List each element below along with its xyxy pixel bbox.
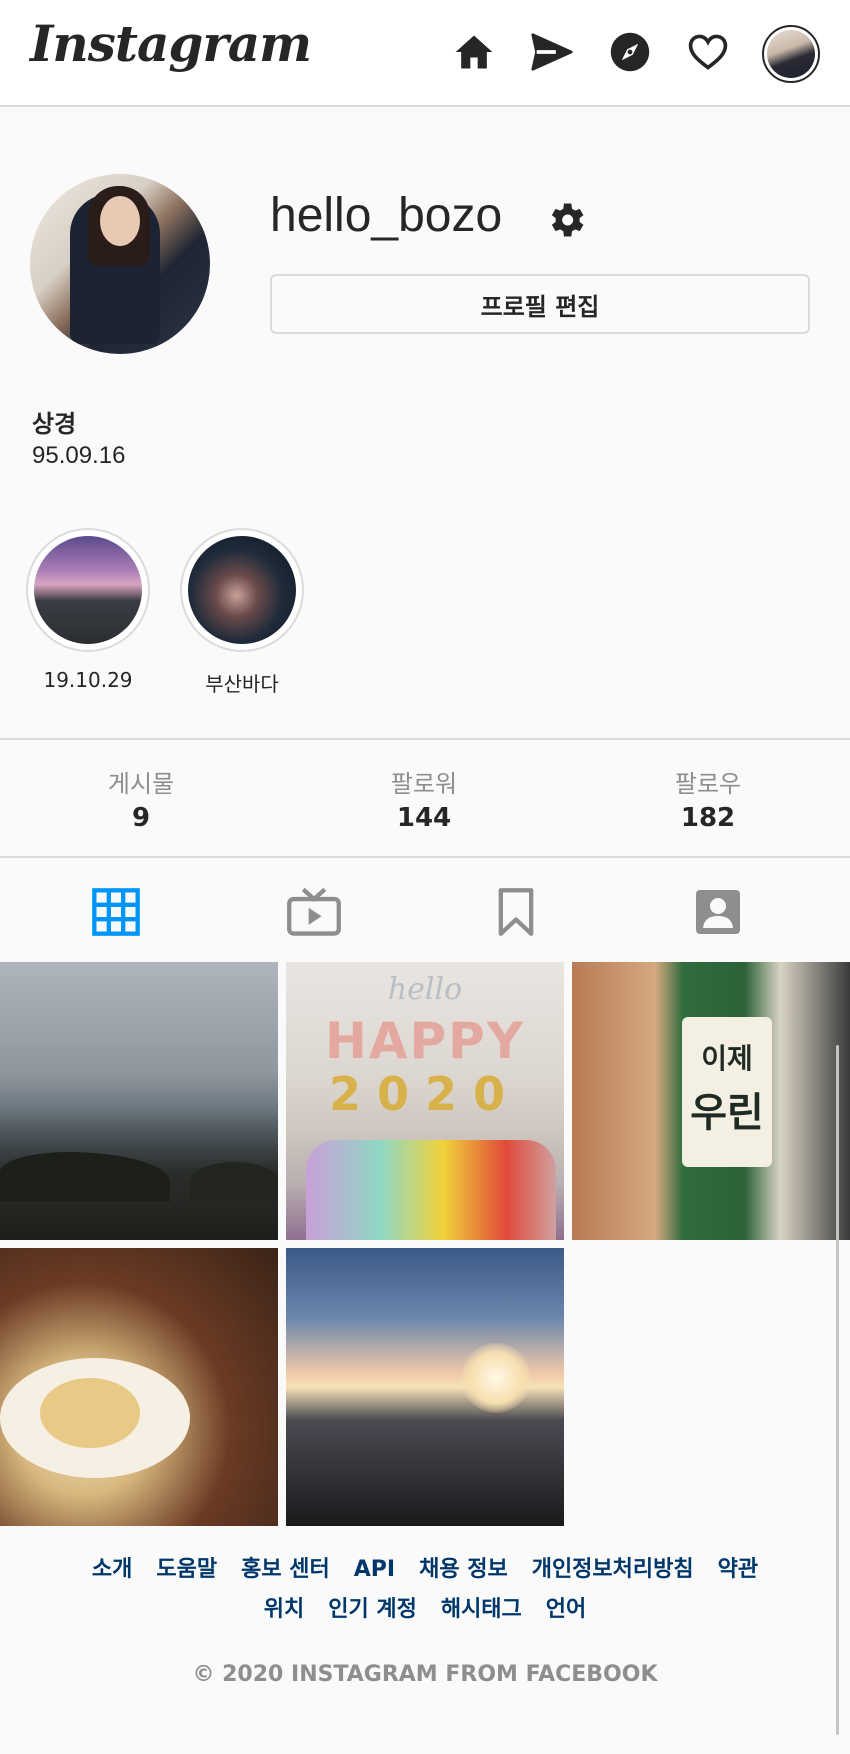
footer-link-help[interactable]: 도움말 bbox=[156, 1550, 217, 1590]
explore-icon[interactable] bbox=[606, 28, 654, 76]
tab-saved[interactable] bbox=[488, 884, 544, 940]
highlight-label: 부산바다 bbox=[205, 672, 279, 696]
bottle-label-top: 이제 bbox=[701, 1042, 753, 1075]
footer-links: 소개 도움말 홍보 센터 API 채용 정보 개인정보처리방침 약관 위치 인기… bbox=[0, 1550, 850, 1630]
footer-link-api[interactable]: API bbox=[354, 1550, 395, 1590]
tab-igtv[interactable] bbox=[286, 884, 342, 940]
footer-link-top-accounts[interactable]: 인기 계정 bbox=[328, 1590, 417, 1630]
following-count[interactable]: 팔로우 182 bbox=[608, 764, 808, 833]
tab-tagged[interactable] bbox=[690, 884, 746, 940]
tab-posts-grid[interactable] bbox=[88, 884, 144, 940]
nav-profile-avatar[interactable] bbox=[762, 25, 820, 83]
copyright-text: © 2020 INSTAGRAM FROM FACEBOOK bbox=[192, 1662, 658, 1687]
instagram-logo[interactable]: Instagram bbox=[30, 14, 312, 73]
footer-link-press[interactable]: 홍보 센터 bbox=[241, 1550, 330, 1590]
highlight-ring bbox=[26, 528, 150, 652]
following-label: 팔로우 bbox=[674, 770, 742, 798]
sun-shape bbox=[461, 1343, 531, 1413]
profile-stats: 게시물 9 팔로워 144 팔로우 182 bbox=[0, 738, 850, 858]
food-shape bbox=[40, 1378, 140, 1448]
bookmark-icon bbox=[498, 888, 534, 936]
top-navigation: Instagram bbox=[0, 0, 850, 107]
rocks-shape bbox=[0, 1152, 170, 1202]
highlight-cover bbox=[34, 536, 142, 644]
post-thumbnail[interactable] bbox=[0, 1248, 278, 1526]
post-thumbnail[interactable] bbox=[286, 1248, 564, 1526]
highlight-label: 19.10.29 bbox=[43, 668, 133, 692]
footer-link-about[interactable]: 소개 bbox=[92, 1550, 132, 1590]
edit-profile-button[interactable]: 프로필 편집 bbox=[270, 274, 810, 334]
footer-link-terms[interactable]: 약관 bbox=[718, 1550, 758, 1590]
profile-photo[interactable] bbox=[30, 174, 210, 354]
footer-link-jobs[interactable]: 채용 정보 bbox=[419, 1550, 508, 1590]
balloon-year-text: 2020 bbox=[328, 1067, 522, 1121]
posts-label: 게시물 bbox=[107, 770, 175, 798]
igtv-icon bbox=[287, 887, 341, 936]
grid-icon bbox=[92, 888, 140, 936]
profile-tabs bbox=[0, 860, 850, 960]
footer-link-language[interactable]: 언어 bbox=[546, 1590, 586, 1630]
highlight-ring bbox=[180, 528, 304, 652]
followers-value: 144 bbox=[396, 803, 452, 833]
balloon-happy-text: HAPPY bbox=[324, 1012, 526, 1070]
posts-value: 9 bbox=[131, 803, 151, 833]
bio-text: 95.09.16 bbox=[32, 442, 126, 469]
followers-count[interactable]: 팔로워 144 bbox=[324, 764, 524, 833]
footer-link-hashtags[interactable]: 해시태그 bbox=[441, 1590, 522, 1630]
story-highlight[interactable]: 19.10.29 bbox=[26, 528, 150, 692]
bottle-label-bottom: 우린 bbox=[690, 1090, 764, 1136]
footer-row: 소개 도움말 홍보 센터 API 채용 정보 개인정보처리방침 약관 bbox=[0, 1550, 850, 1590]
following-value: 182 bbox=[680, 803, 736, 833]
avatar-image bbox=[767, 30, 815, 78]
direct-icon[interactable] bbox=[528, 28, 576, 76]
highlight-cover bbox=[188, 536, 296, 644]
balloon-script-text: hello bbox=[387, 972, 463, 1007]
tagged-person-icon bbox=[696, 890, 740, 934]
footer-link-privacy[interactable]: 개인정보처리방침 bbox=[532, 1550, 694, 1590]
followers-label: 팔로워 bbox=[390, 770, 458, 798]
home-icon[interactable] bbox=[450, 28, 498, 76]
story-highlight[interactable]: 부산바다 bbox=[180, 528, 304, 697]
rocks-shape bbox=[190, 1162, 278, 1202]
footer-link-locations[interactable]: 위치 bbox=[264, 1590, 304, 1630]
posts-count: 게시물 9 bbox=[41, 764, 241, 833]
people-group bbox=[306, 1140, 556, 1240]
post-thumbnail[interactable]: 이제 우린 bbox=[572, 962, 850, 1240]
bio-name: 상경 bbox=[32, 410, 77, 438]
scrollbar[interactable] bbox=[836, 1045, 839, 1735]
post-thumbnail[interactable] bbox=[0, 962, 278, 1240]
photo-face bbox=[100, 196, 140, 246]
activity-heart-icon[interactable] bbox=[684, 28, 732, 76]
post-thumbnail[interactable]: hello HAPPY 2020 bbox=[286, 962, 564, 1240]
footer-row: 위치 인기 계정 해시태그 언어 bbox=[0, 1590, 850, 1630]
profile-username: hello_bozo bbox=[270, 189, 503, 242]
settings-gear-icon[interactable] bbox=[544, 198, 588, 242]
